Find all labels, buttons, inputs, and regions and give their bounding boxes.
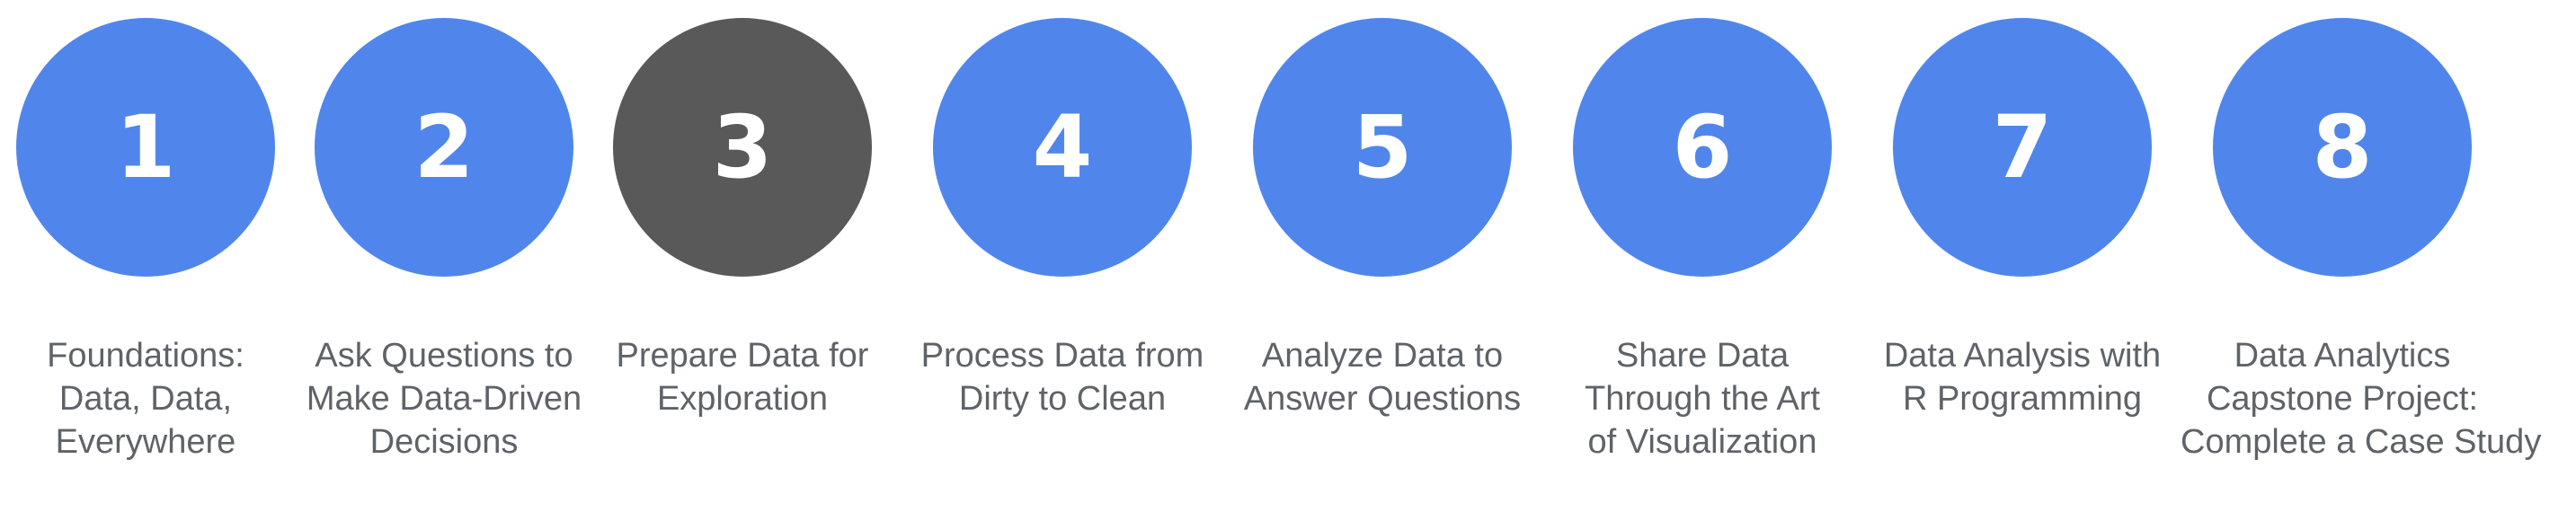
step-2: 2 Ask Questions to Make Data-Driven Deci… [282, 0, 606, 512]
step-7-circle: 7 [1893, 18, 2152, 277]
step-4-number: 4 [1032, 97, 1093, 198]
step-2-label-line-1: Ask Questions to [315, 337, 573, 375]
step-8: 8 Data Analytics Capstone Project: Compl… [2181, 0, 2542, 512]
step-3-label-line-2: Exploration [656, 380, 829, 418]
step-2-circle: 2 [315, 18, 573, 277]
step-2-label-line-3: Decisions [369, 423, 519, 461]
step-6-label-line-3: of Visualization [1587, 423, 1817, 461]
step-2-label-line-2: Make Data-Driven [306, 380, 582, 418]
step-1-number: 1 [115, 97, 176, 198]
step-5: 5 Analyze Data to Answer Questions [1221, 0, 1544, 512]
step-8-label-line-1: Data Analytics [2234, 337, 2451, 375]
step-4: 4 Process Data from Dirty to Clean [901, 0, 1224, 512]
step-3-label-line-1: Prepare Data for [616, 337, 869, 375]
step-4-label: Process Data from Dirty to Clean [901, 334, 1224, 420]
step-8-label-line-2: Capstone Project: [2206, 380, 2479, 418]
step-5-label: Analyze Data to Answer Questions [1221, 334, 1544, 420]
step-8-number: 8 [2312, 97, 2373, 198]
step-4-circle: 4 [933, 18, 1192, 277]
step-7-label-line-2: R Programming [1902, 380, 2143, 418]
step-5-number: 5 [1352, 97, 1413, 198]
step-1: 1 Foundations: Data, Data, Everywhere [0, 0, 307, 512]
step-7-number: 7 [1992, 97, 2053, 198]
step-5-circle: 5 [1253, 18, 1512, 277]
step-1-label-line-3: Everywhere [55, 423, 236, 461]
step-1-label: Foundations: Data, Data, Everywhere [0, 334, 307, 463]
step-6-label-line-2: Through the Art [1585, 380, 1820, 418]
step-8-label-line-3: Complete a Case Study [2181, 423, 2542, 461]
step-5-label-line-1: Analyze Data to [1261, 337, 1504, 375]
step-2-label: Ask Questions to Make Data-Driven Decisi… [282, 334, 606, 463]
step-3-number: 3 [712, 97, 773, 198]
step-5-label-line-2: Answer Questions [1243, 380, 1522, 418]
step-4-label-line-2: Dirty to Clean [958, 380, 1167, 418]
step-8-circle: 8 [2213, 18, 2472, 277]
step-7-label: Data Analysis with R Programming [1861, 334, 2184, 420]
step-6-label: Share Data Through the Art of Visualizat… [1541, 334, 1864, 463]
step-6-circle: 6 [1573, 18, 1832, 277]
step-8-label: Data Analytics Capstone Project: Complet… [2181, 334, 2542, 463]
step-6: 6 Share Data Through the Art of Visualiz… [1541, 0, 1864, 512]
step-1-circle: 1 [16, 18, 275, 277]
step-6-number: 6 [1672, 97, 1733, 198]
course-steps-diagram: 1 Foundations: Data, Data, Everywhere 2 … [0, 0, 2576, 512]
step-7: 7 Data Analysis with R Programming [1861, 0, 2184, 512]
step-7-label-line-1: Data Analysis with [1883, 337, 2162, 375]
step-1-label-line-1: Foundations: [47, 337, 244, 375]
step-6-label-line-1: Share Data [1615, 337, 1790, 375]
step-3: 3 Prepare Data for Exploration [581, 0, 904, 512]
step-4-label-line-1: Process Data from [920, 337, 1204, 375]
step-3-label: Prepare Data for Exploration [581, 334, 904, 420]
step-3-circle-active: 3 [613, 18, 872, 277]
step-2-number: 2 [413, 97, 475, 198]
step-1-label-line-2: Data, Data, [58, 380, 233, 418]
